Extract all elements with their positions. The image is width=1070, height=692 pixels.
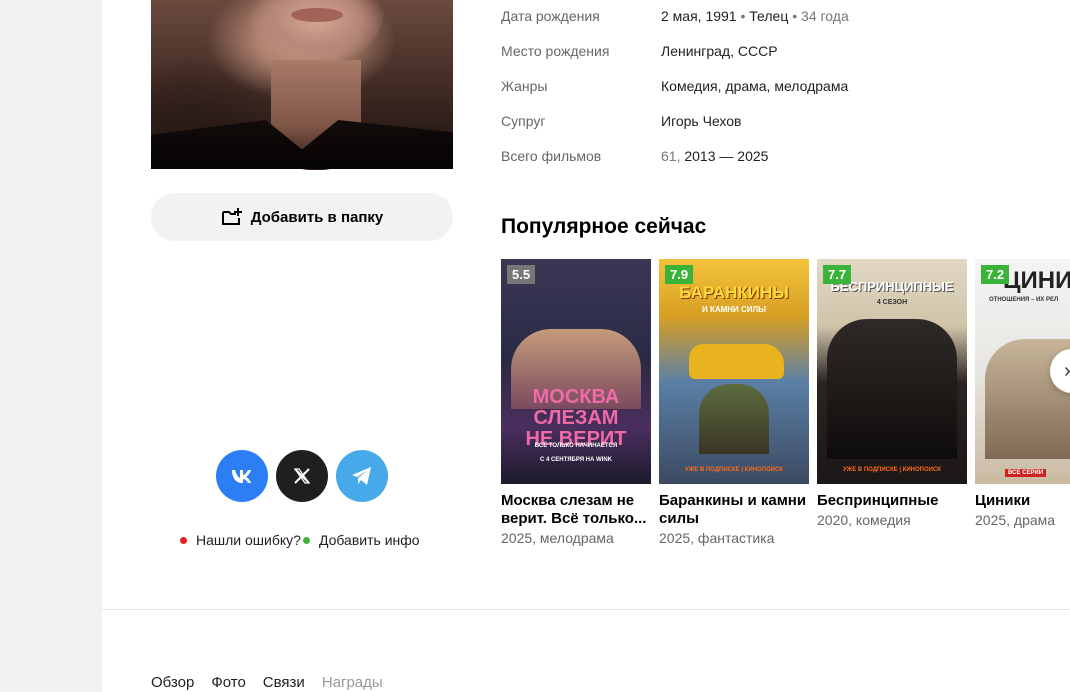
info-value: 2 мая, 1991 • Телец • 34 года — [661, 8, 849, 43]
genres-link[interactable]: Комедия, драма, мелодрама — [661, 78, 848, 113]
section-divider — [102, 609, 1070, 610]
add-to-folder-button[interactable]: Добавить в папку — [151, 193, 453, 241]
rating-badge: 7.9 — [665, 265, 694, 284]
movie-poster[interactable]: БАРАНКИНЫ И КАМНИ СИЛЫ УЖЕ В ПОДПИСКЕ | … — [659, 259, 809, 484]
age-text: 34 года — [801, 8, 849, 24]
movie-title[interactable]: Циники — [975, 492, 1070, 510]
tab-awards: Награды — [321, 674, 383, 691]
info-row-spouse: Супруг Игорь Чехов — [501, 113, 849, 148]
info-key: Дата рождения — [501, 8, 600, 24]
vk-share-button[interactable] — [216, 450, 268, 502]
rating-badge: 7.7 — [823, 265, 852, 284]
poster-release: УЖЕ В ПОДПИСКЕ | КИНОПОИСК — [685, 467, 783, 473]
info-row-birthplace: Место рождения Ленинград, СССР — [501, 43, 849, 78]
spouse-link[interactable]: Игорь Чехов — [661, 113, 742, 148]
popular-now-heading: Популярное сейчас — [501, 215, 707, 238]
rating-badge: 7.2 — [981, 265, 1010, 284]
info-row-total-films: Всего фильмов 61, 2013 — 2025 — [501, 148, 849, 183]
x-icon — [293, 468, 311, 484]
add-info-link[interactable]: Добавить инфо — [319, 532, 420, 548]
movie-card[interactable]: БЕСПРИНЦИПНЫЕ 4 СЕЗОН УЖЕ В ПОДПИСКЕ | К… — [817, 259, 967, 546]
movie-title[interactable]: Баранкины и камни силы — [659, 492, 809, 528]
tab-photos[interactable]: Фото — [211, 674, 245, 691]
telegram-icon — [352, 467, 371, 485]
info-key: Жанры — [501, 78, 548, 94]
poster-subtitle: ВСЁ ТОЛЬКО НАЧИНАЕТСЯ — [534, 443, 618, 449]
poster-subtitle: ОТНОШЕНИЯ – ИХ РЕЛ — [989, 297, 1059, 303]
movie-card[interactable]: БАРАНКИНЫ И КАМНИ СИЛЫ УЖЕ В ПОДПИСКЕ | … — [659, 259, 809, 546]
x-share-button[interactable] — [276, 450, 328, 502]
poster-subtitle: 4 СЕЗОН — [876, 299, 908, 306]
poster-release: С 4 СЕНТЯБРЯ НА WINK — [539, 457, 613, 463]
poster-title: МОСКВА СЛЕЗАМ НЕ ВЕРИТ — [525, 386, 627, 450]
movie-title[interactable]: Москва слезам не верит. Всё только... — [501, 492, 651, 528]
poster-figures — [827, 319, 957, 459]
movie-card[interactable]: МОСКВА СЛЕЗАМ НЕ ВЕРИТ ВСЁ ТОЛЬКО НАЧИНА… — [501, 259, 651, 546]
poster-title: ЦИНИ — [1003, 267, 1070, 294]
movie-meta: 2025, фантастика — [659, 530, 775, 546]
zodiac-link[interactable]: Телец — [749, 8, 788, 24]
vk-icon — [232, 470, 251, 483]
folder-plus-icon — [221, 208, 242, 225]
birthplace-link[interactable]: Ленинград, СССР — [661, 43, 778, 78]
info-key: Всего фильмов — [501, 148, 602, 164]
movie-meta: 2025, мелодрама — [501, 530, 614, 546]
poster-release: ВСЕ СЕРИИ — [1005, 469, 1047, 477]
film-count: 61, — [661, 148, 685, 164]
info-row-birthdate: Дата рождения 2 мая, 1991 • Телец • 34 г… — [501, 8, 849, 43]
feedback-links: Нашли ошибку? Добавить инфо — [180, 532, 420, 548]
film-years-link[interactable]: 2013 — 2025 — [684, 148, 768, 164]
movie-card[interactable]: ЦИНИ ОТНОШЕНИЯ – ИХ РЕЛ ВСЕ СЕРИИ 7.2 Ци… — [975, 259, 1070, 546]
movie-poster[interactable]: БЕСПРИНЦИПНЫЕ 4 СЕЗОН УЖЕ В ПОДПИСКЕ | К… — [817, 259, 967, 484]
photo-lips — [291, 8, 343, 22]
popular-carousel: МОСКВА СЛЕЗАМ НЕ ВЕРИТ ВСЁ ТОЛЬКО НАЧИНА… — [501, 259, 1070, 546]
separator: • — [736, 8, 750, 24]
info-key: Супруг — [501, 113, 546, 129]
person-photo — [151, 0, 453, 170]
movie-poster[interactable]: МОСКВА СЛЕЗАМ НЕ ВЕРИТ ВСЁ ТОЛЬКО НАЧИНА… — [501, 259, 651, 484]
add-to-folder-label: Добавить в папку — [250, 208, 384, 226]
info-key: Место рождения — [501, 43, 610, 59]
page: Добавить в папку Нашли ошибку? Добавить … — [102, 0, 1070, 692]
info-value: 61, 2013 — 2025 — [661, 148, 768, 183]
movie-title[interactable]: Беспринципные — [817, 492, 967, 510]
green-dot-icon — [302, 536, 310, 544]
poster-car — [689, 344, 784, 379]
movie-meta: 2020, комедия — [817, 512, 911, 528]
red-dot-icon — [180, 536, 187, 544]
chevron-right-icon: › — [1064, 360, 1070, 383]
movie-meta: 2025, драма — [975, 512, 1056, 528]
section-tabs: Обзор Фото Связи Награды — [151, 674, 383, 691]
tab-overview[interactable]: Обзор — [151, 674, 194, 691]
tab-connections[interactable]: Связи — [263, 674, 305, 691]
poster-figures — [699, 384, 769, 454]
poster-release: УЖЕ В ПОДПИСКЕ | КИНОПОИСК — [843, 467, 941, 473]
poster-subtitle: И КАМНИ СИЛЫ — [701, 305, 767, 314]
rating-badge: 5.5 — [507, 265, 536, 284]
telegram-share-button[interactable] — [336, 450, 388, 502]
birthdate-link[interactable]: 2 мая, 1991 — [661, 8, 737, 24]
separator: • — [788, 8, 802, 24]
poster-title: БАРАНКИНЫ — [679, 283, 789, 302]
share-buttons — [216, 450, 388, 502]
person-info-table: Дата рождения 2 мая, 1991 • Телец • 34 г… — [501, 8, 849, 183]
report-error-link[interactable]: Нашли ошибку? — [196, 532, 301, 548]
info-row-genres: Жанры Комедия, драма, мелодрама — [501, 78, 849, 113]
